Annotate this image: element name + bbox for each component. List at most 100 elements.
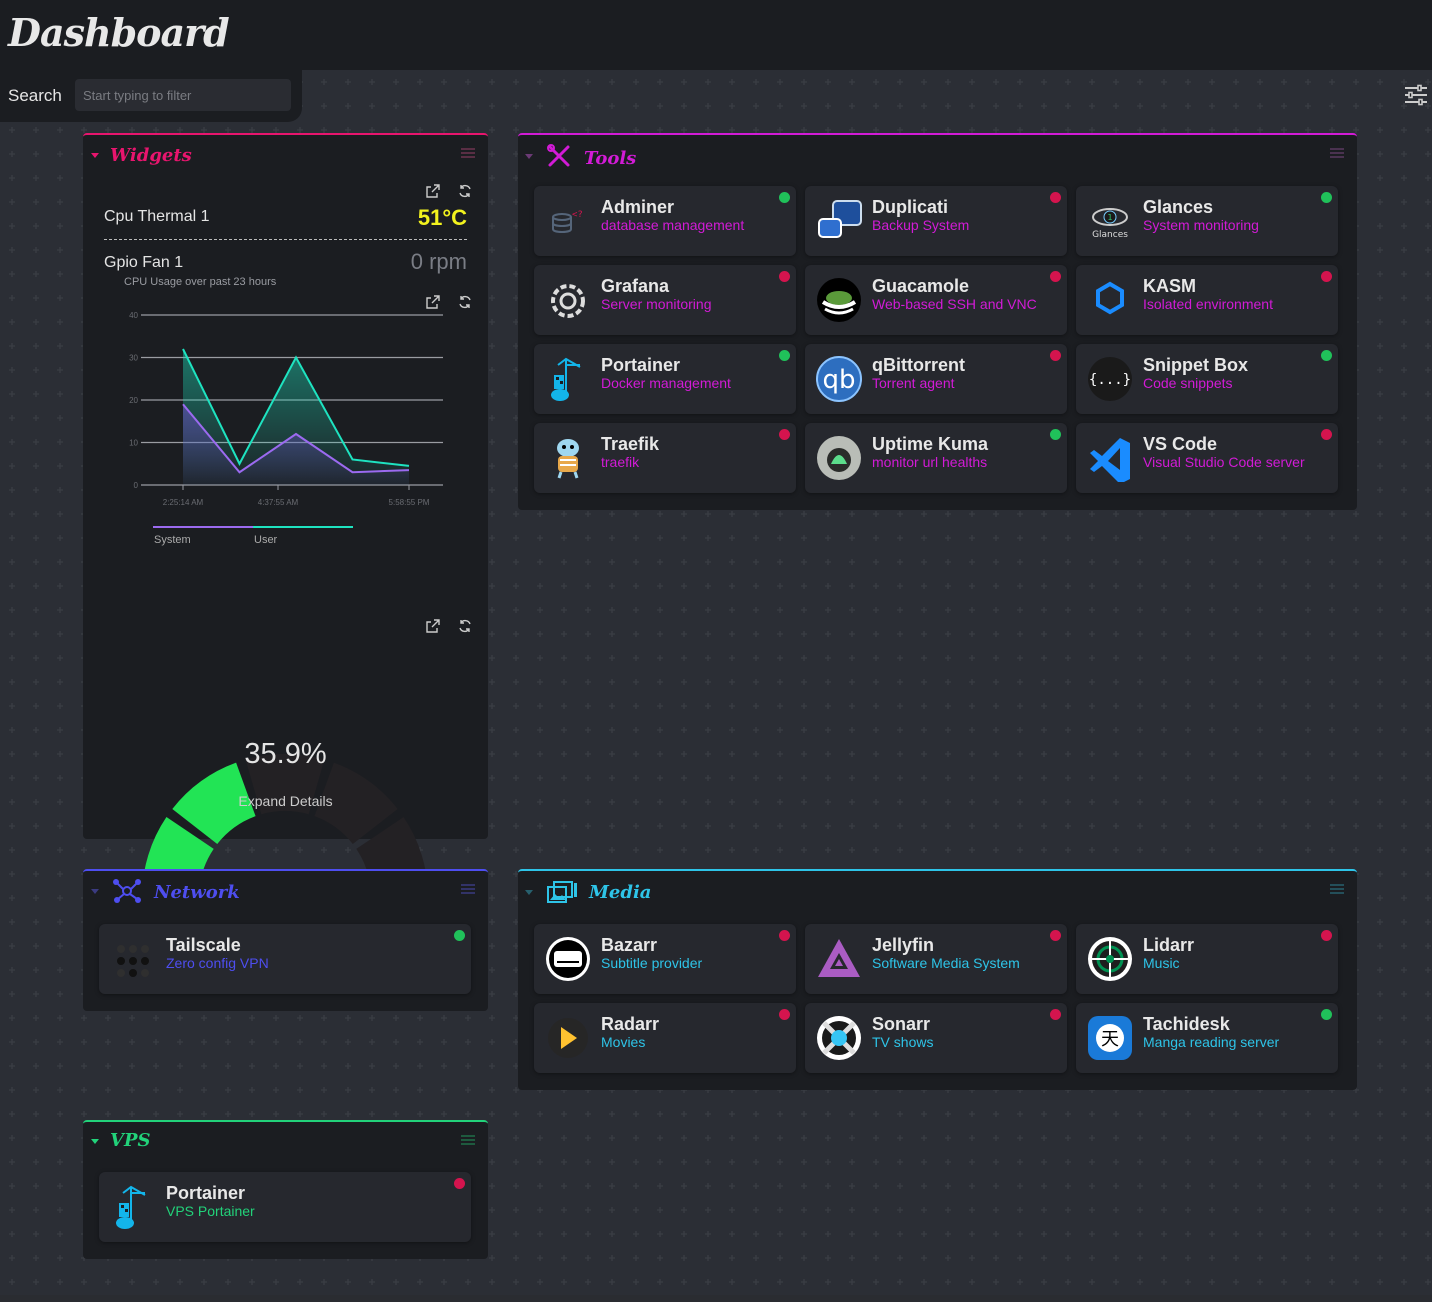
service-description: VPS Portainer	[166, 1203, 255, 1219]
service-snippet-box[interactable]: {...} Snippet Box Code snippets	[1076, 344, 1338, 414]
y-tick-label: 0	[134, 481, 139, 490]
service-name: Sonarr	[872, 1014, 931, 1034]
expand-details-button[interactable]: Expand Details	[83, 793, 488, 809]
service-name: VS Code	[1143, 434, 1218, 454]
status-indicator	[1321, 930, 1332, 941]
service-name: Bazarr	[601, 935, 658, 955]
divider	[104, 239, 467, 240]
service-tachidesk[interactable]: 天 Tachidesk Manga reading server	[1076, 1003, 1338, 1073]
service-name: qBittorrent	[872, 355, 965, 375]
jellyfin-icon	[815, 935, 863, 983]
svg-text:{...}: {...}	[1089, 372, 1131, 388]
traefik-icon	[544, 434, 592, 482]
sonarr-icon	[815, 1014, 863, 1062]
status-indicator	[454, 930, 465, 941]
service-glances[interactable]: 1 Glances Glances System monitoring	[1076, 186, 1338, 256]
gpio-fan-label: Gpio Fan 1	[104, 254, 184, 271]
y-tick-label: 30	[129, 354, 138, 363]
legend-label: User	[254, 534, 278, 546]
lidarr-icon	[1086, 935, 1134, 983]
panel-settings-icon[interactable]	[1329, 145, 1345, 161]
chart-title: CPU Usage over past 23 hours	[124, 276, 277, 288]
search-input[interactable]	[75, 79, 291, 111]
service-jellyfin[interactable]: Jellyfin Software Media System	[805, 924, 1067, 994]
status-indicator	[1050, 1009, 1061, 1020]
service-sonarr[interactable]: Sonarr TV shows	[805, 1003, 1067, 1073]
panel-settings-icon[interactable]	[1329, 881, 1345, 897]
service-vs-code[interactable]: VS Code Visual Studio Code server	[1076, 423, 1338, 493]
status-indicator	[1050, 429, 1061, 440]
service-name: Duplicati	[872, 197, 949, 217]
settings-icon[interactable]	[1404, 83, 1428, 107]
service-bazarr[interactable]: Bazarr Subtitle provider	[534, 924, 796, 994]
refresh-icon[interactable]	[457, 183, 473, 199]
status-indicator	[1321, 1009, 1332, 1020]
service-name: Tachidesk	[1143, 1014, 1230, 1034]
svg-text:天: 天	[1101, 1029, 1119, 1050]
status-indicator	[1050, 930, 1061, 941]
tachidesk-icon: 天	[1086, 1014, 1134, 1062]
collapse-icon[interactable]	[91, 889, 99, 894]
service-qbittorrent[interactable]: qb qBittorrent Torrent agent	[805, 344, 1067, 414]
network-icon	[113, 879, 141, 903]
service-radarr[interactable]: Radarr Movies	[534, 1003, 796, 1073]
cpu-thermal-label: Cpu Thermal 1	[104, 208, 210, 225]
grafana-icon	[544, 276, 592, 324]
service-traefik[interactable]: Traefik traefik	[534, 423, 796, 493]
panel-title: Tools	[584, 148, 637, 169]
panel-title: Media	[589, 882, 652, 903]
service-portainer[interactable]: Portainer VPS Portainer	[99, 1172, 471, 1242]
service-duplicati[interactable]: Duplicati Backup System	[805, 186, 1067, 256]
service-description: monitor url healths	[872, 454, 988, 470]
panel-settings-icon[interactable]	[460, 1132, 476, 1148]
collapse-icon[interactable]	[91, 1139, 99, 1144]
service-description: database management	[601, 217, 745, 233]
status-indicator	[1321, 429, 1332, 440]
service-description: Zero config VPN	[166, 955, 269, 971]
header: Dashboard	[0, 0, 1432, 70]
kasm-icon	[1086, 276, 1134, 324]
duplicati-icon	[815, 197, 863, 245]
service-tailscale[interactable]: Tailscale Zero config VPN	[99, 924, 471, 994]
vps-panel: VPS Portainer VPS Portainer	[83, 1120, 488, 1259]
tailscale-icon	[109, 935, 157, 983]
media-panel: Media Bazarr Subtitle provider Jellyfin …	[518, 869, 1357, 1090]
status-indicator	[779, 1009, 790, 1020]
svg-text:Glances: Glances	[1092, 230, 1128, 240]
service-name: KASM	[1143, 276, 1196, 296]
service-description: Manga reading server	[1143, 1034, 1280, 1050]
collapse-icon[interactable]	[525, 154, 533, 159]
status-indicator	[1321, 350, 1332, 361]
service-description: Visual Studio Code server	[1143, 454, 1305, 470]
svg-text:<?: <?	[572, 210, 583, 220]
service-guacamole[interactable]: Guacamole Web-based SSH and VNC	[805, 265, 1067, 335]
service-name: Grafana	[601, 276, 670, 296]
open-external-icon[interactable]	[425, 183, 441, 199]
collapse-icon[interactable]	[525, 890, 533, 895]
service-portainer[interactable]: Portainer Docker management	[534, 344, 796, 414]
service-description: Movies	[601, 1034, 646, 1050]
service-grafana[interactable]: Grafana Server monitoring	[534, 265, 796, 335]
service-adminer[interactable]: <? Adminer database management	[534, 186, 796, 256]
refresh-icon[interactable]	[457, 294, 473, 310]
service-kasm[interactable]: KASM Isolated environment	[1076, 265, 1338, 335]
panel-settings-icon[interactable]	[460, 881, 476, 897]
collapse-icon[interactable]	[91, 153, 99, 158]
service-name: Tailscale	[166, 935, 241, 955]
service-name: Uptime Kuma	[872, 434, 989, 454]
service-description: Backup System	[872, 217, 970, 233]
footer-strip	[0, 1295, 1432, 1302]
service-lidarr[interactable]: Lidarr Music	[1076, 924, 1338, 994]
snippet-box-icon: {...}	[1086, 355, 1134, 403]
status-indicator	[1050, 350, 1061, 361]
service-description: Torrent agent	[872, 375, 955, 391]
service-uptime-kuma[interactable]: Uptime Kuma monitor url healths	[805, 423, 1067, 493]
status-indicator	[1050, 192, 1061, 203]
cpu-usage-chart: CPU Usage over past 23 hours 0 10 20 30 40 2:2…	[124, 276, 443, 546]
open-external-icon[interactable]	[425, 294, 441, 310]
service-description: Code snippets	[1143, 375, 1233, 391]
svg-text:qb: qb	[822, 365, 855, 395]
panel-settings-icon[interactable]	[460, 145, 476, 161]
status-indicator	[779, 271, 790, 282]
x-tick-label: 5:58:55 PM	[389, 498, 430, 507]
